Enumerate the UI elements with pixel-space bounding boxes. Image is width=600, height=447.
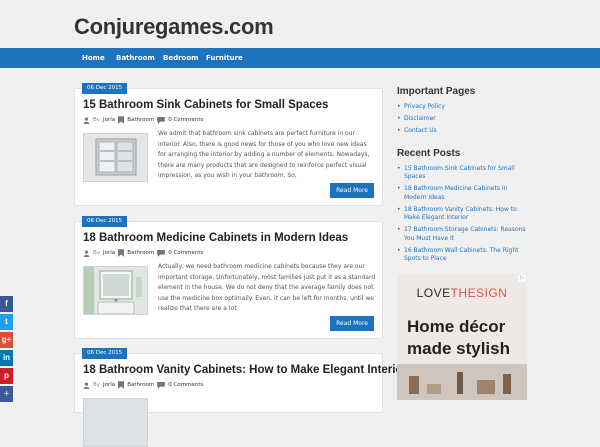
main-nav: Home Bathroom Bedroom Furniture (0, 48, 600, 68)
read-more-button[interactable]: Read More (330, 316, 374, 331)
nav-item-bathroom[interactable]: Bathroom (116, 48, 155, 68)
post-category[interactable]: Bathroom (127, 117, 154, 123)
post-category[interactable]: Bathroom (127, 382, 154, 388)
sidebar-link-privacy[interactable]: • Privacy Policy (397, 103, 529, 112)
adchoices-icon[interactable]: ▷ (518, 275, 526, 282)
bullet-icon: • (397, 127, 401, 134)
recent-posts-widget: Recent Posts • 15 Bathroom Sink Cabinets … (397, 148, 529, 264)
pinterest-icon[interactable]: p (0, 368, 13, 384)
widget-title: Important Pages (397, 86, 476, 97)
widget-title: Recent Posts (397, 147, 461, 159)
bullet-icon: • (397, 205, 401, 213)
post-excerpt: We admit that bathroom sink cabinets are… (158, 130, 370, 179)
post-title[interactable]: 15 Bathroom Sink Cabinets for Small Spac… (83, 99, 328, 111)
twitter-icon[interactable]: t (0, 314, 13, 330)
bullet-icon: • (397, 246, 401, 254)
ad-brand-logo: LOVETHESIGN (416, 286, 508, 300)
comments-icon (157, 381, 166, 389)
post-date: 06 Dec 2015 (82, 216, 128, 227)
nav-item-furniture[interactable]: Furniture (206, 48, 243, 68)
post-title[interactable]: 18 Bathroom Vanity Cabinets: How to Make… (83, 364, 407, 376)
important-pages-widget: Important Pages • Privacy Policy • Disclai… (397, 86, 529, 136)
comments-icon (157, 116, 166, 124)
ad-product-image (397, 364, 527, 400)
post-author[interactable]: Jorla (103, 117, 115, 123)
post-comments[interactable]: 0 Comments (168, 250, 203, 256)
post-thumbnail[interactable] (83, 133, 148, 182)
bullet-icon: • (397, 164, 401, 172)
comments-icon (157, 249, 166, 257)
social-share-bar: f t g+ in p + (0, 296, 13, 404)
cabinet-image (84, 134, 147, 181)
bullet-icon: • (397, 103, 401, 110)
post-excerpt: Actually, we need bathroom medicine cabi… (158, 263, 376, 312)
facebook-icon[interactable]: f (0, 296, 13, 312)
sidebar-link-contact[interactable]: • Contact Us (397, 127, 529, 136)
author-icon (83, 249, 90, 257)
post-comments[interactable]: 0 Comments (168, 382, 203, 388)
post-card: 06 Dec 2015 15 Bathroom Sink Cabinets fo… (74, 83, 383, 206)
recent-post-link[interactable]: • 17 Bathroom Storage Cabinets: Reasons Y… (397, 226, 529, 243)
post-meta: By Jorla Bathroom 0 Comments (83, 115, 203, 125)
bullet-icon: • (397, 226, 401, 233)
bullet-icon: • (397, 115, 401, 122)
recent-post-link[interactable]: • 18 Bathroom Vanity Cabinets: How to Mak… (397, 206, 529, 223)
recent-post-link[interactable]: • 16 Bathroom Wall Cabinets: The Right Sp… (397, 247, 529, 264)
ad-headline: Home décor made stylish (407, 317, 510, 358)
post-meta: By Jorla Bathroom 0 Comments (83, 248, 203, 258)
post-thumbnail[interactable] (83, 266, 148, 315)
post-date: 06 Dec 2015 (82, 348, 128, 359)
author-icon (83, 116, 90, 124)
post-card: 06 Dec 2015 18 Bathroom Medicine Cabinet… (74, 216, 383, 339)
recent-post-link[interactable]: • 15 Bathroom Sink Cabinets for Small Spa… (397, 165, 529, 182)
author-prefix: By (93, 250, 101, 256)
author-icon (83, 381, 90, 389)
bookmark-icon (118, 116, 125, 124)
author-prefix: By (93, 117, 101, 123)
post-category[interactable]: Bathroom (127, 250, 154, 256)
author-prefix: By (93, 382, 101, 388)
nav-item-home[interactable]: Home (82, 48, 105, 68)
post-author[interactable]: Jorla (103, 382, 115, 388)
post-author[interactable]: Jorla (103, 250, 115, 256)
read-more-button[interactable]: Read More (330, 183, 374, 198)
post-title[interactable]: 18 Bathroom Medicine Cabinets in Modern … (83, 232, 348, 244)
bookmark-icon (118, 249, 125, 257)
advertisement-banner[interactable]: ▷ LOVETHESIGN Home décor made stylish (397, 274, 527, 400)
post-date: 06 Dec 2015 (82, 83, 128, 94)
post-comments[interactable]: 0 Comments (168, 117, 203, 123)
google-plus-icon[interactable]: g+ (0, 332, 13, 348)
nav-item-bedroom[interactable]: Bedroom (163, 48, 198, 68)
bullet-icon: • (397, 185, 401, 192)
medicine-cabinet-image (84, 267, 147, 315)
sidebar: Important Pages • Privacy Policy • Disclai… (397, 86, 529, 267)
post-meta: By Jorla Bathroom 0 Comments (83, 380, 203, 390)
site-title[interactable]: Conjuregames.com (74, 14, 274, 40)
linkedin-icon[interactable]: in (0, 350, 13, 366)
bookmark-icon (118, 381, 125, 389)
sidebar-link-disclaimer[interactable]: • Disclaimer (397, 115, 529, 124)
post-card: 06 Dec 2015 18 Bathroom Vanity Cabinets:… (74, 348, 407, 447)
recent-post-link[interactable]: • 18 Bathroom Medicine Cabinets in Modern… (397, 185, 529, 202)
post-thumbnail[interactable] (83, 398, 148, 447)
